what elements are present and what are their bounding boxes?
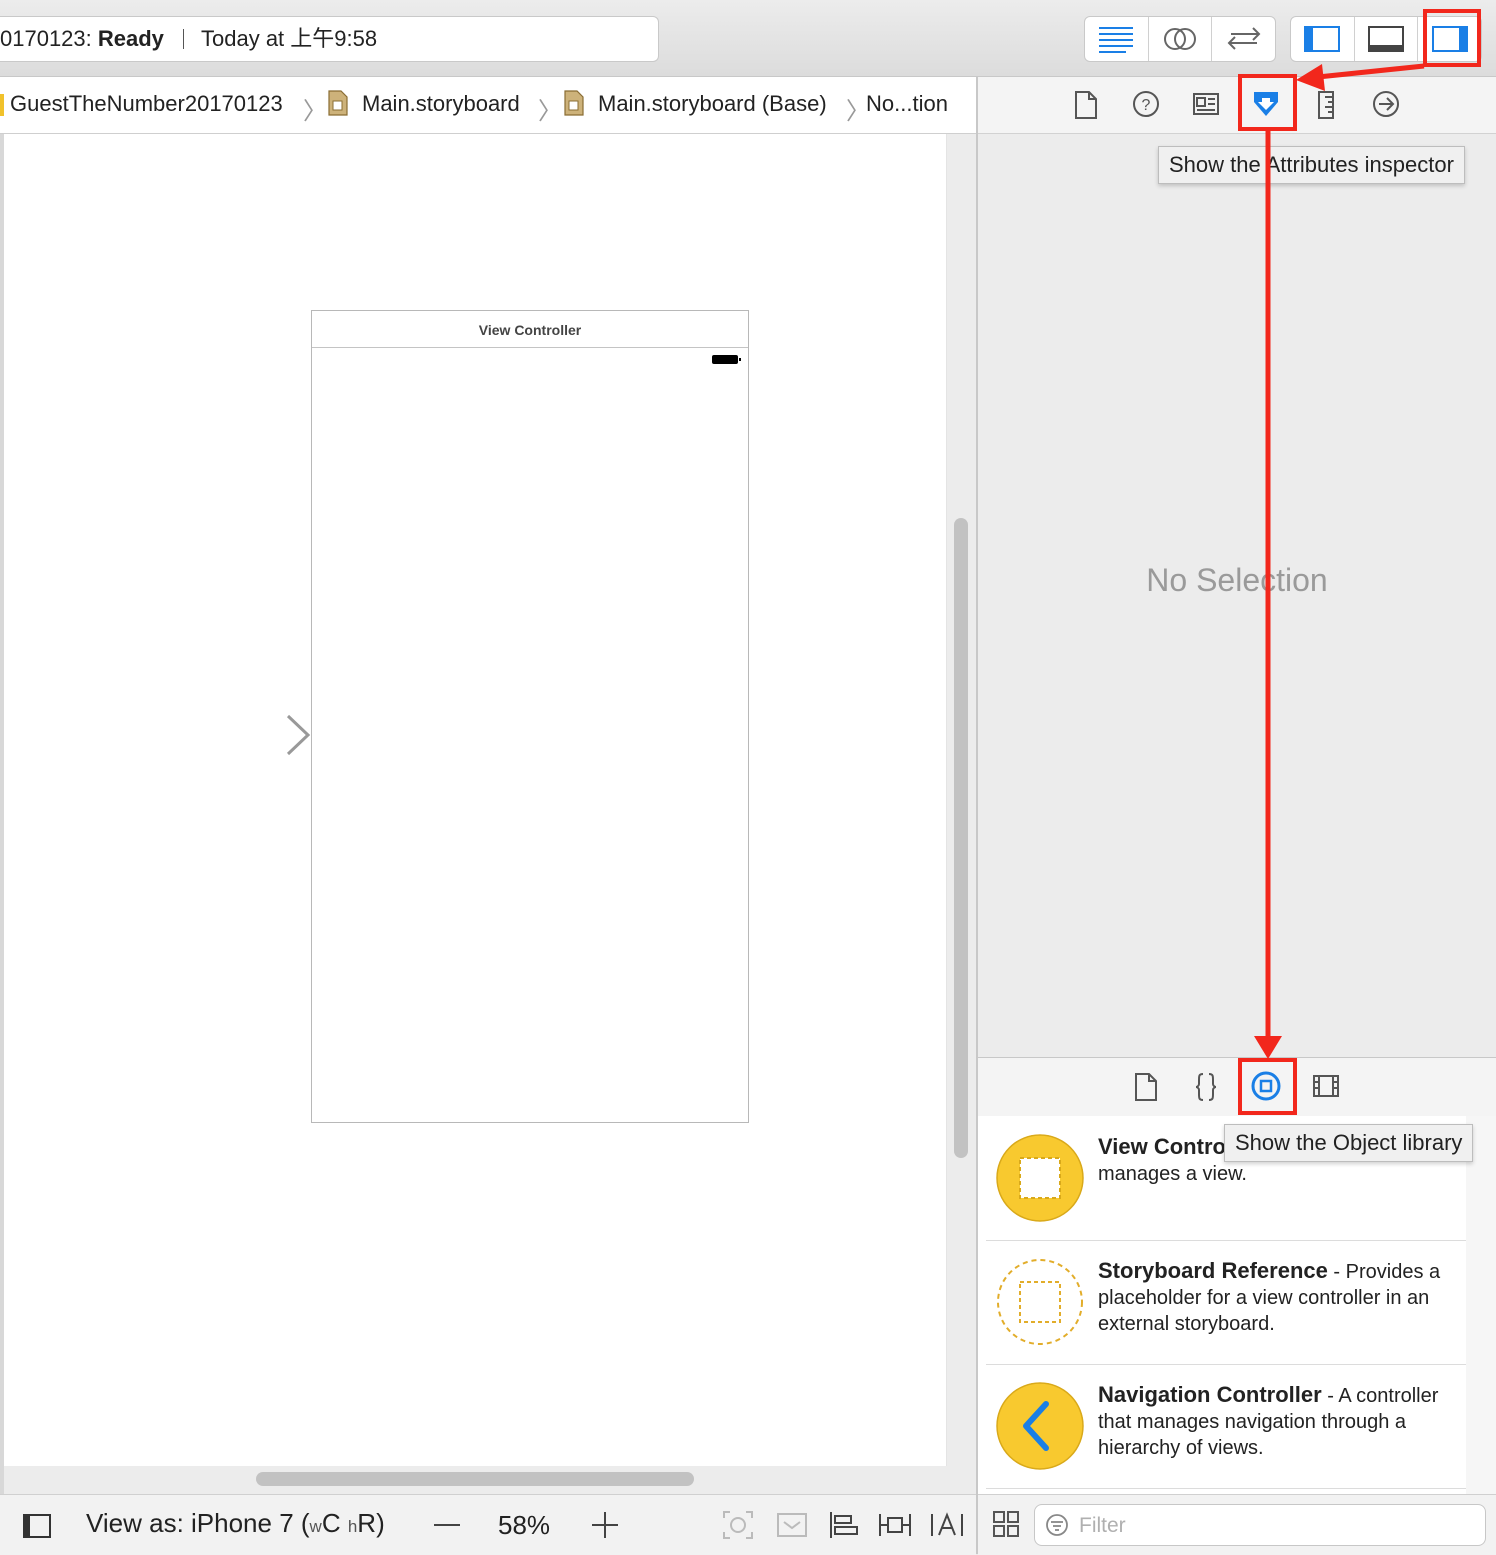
annotation-arrows bbox=[1254, 63, 1425, 1059]
annotation-arrowhead bbox=[1296, 64, 1325, 91]
annotation-arrow-line bbox=[1317, 63, 1425, 80]
annotation-arrowhead bbox=[1254, 1036, 1282, 1059]
